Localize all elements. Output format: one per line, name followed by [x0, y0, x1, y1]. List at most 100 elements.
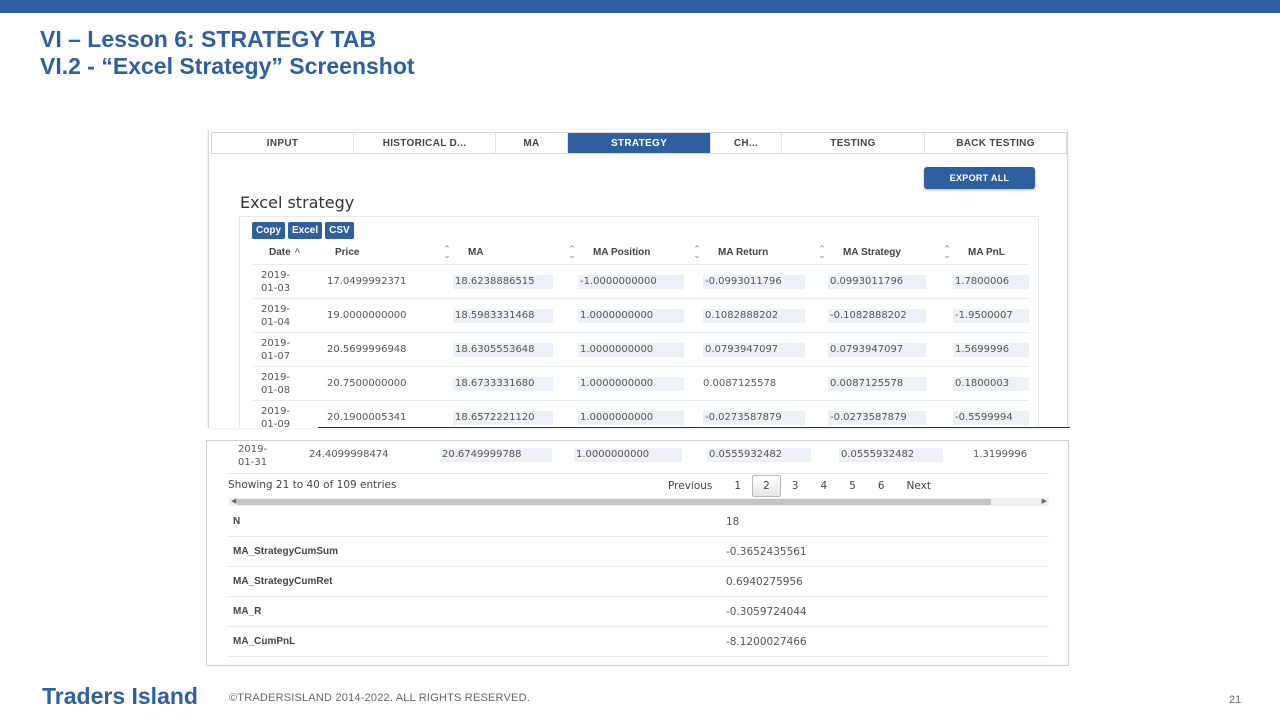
export-all-button[interactable]: EXPORT ALL — [924, 167, 1035, 189]
cell-ma-position: 1.0000000000 — [574, 448, 682, 462]
cell-ma-return: 0.0087125578 — [703, 378, 777, 389]
tab-bar: INPUT HISTORICAL D... MA STRATEGY CH... … — [211, 132, 1067, 154]
cell-ma-strategy: 0.0793947097 — [828, 343, 926, 357]
tab-back-testing[interactable]: BACK TESTING — [925, 133, 1066, 153]
copy-button[interactable]: Copy — [252, 222, 285, 239]
sort-ascending-icon: ^ — [294, 247, 300, 257]
cell-ma-pnl: 1.3199996 — [973, 449, 1028, 460]
sort-icon[interactable]: ⌃ ⌄ — [443, 245, 451, 260]
cell-ma-strategy: 0.0087125578 — [828, 377, 926, 391]
tab-testing[interactable]: TESTING — [782, 133, 925, 153]
cell-ma-pnl: -1.9500007 — [953, 309, 1029, 323]
table-header: Date ^ Price ⌃ ⌄ MA ⌃ ⌄ MA Position ⌃ ⌄ MA R… — [253, 242, 1029, 262]
cutoff-line — [318, 427, 1070, 428]
next-page-button[interactable]: Next — [896, 475, 942, 497]
pagination: Previous 1 2 3 4 5 6 Next — [657, 475, 942, 497]
cell-ma: 18.6572221120 — [453, 411, 553, 425]
table-row: 2019- 01-31 24.4099998474 20.6749999788 1… — [227, 441, 1057, 473]
datatable-buttons: Copy Excel CSV — [252, 222, 354, 239]
cell-date: 2019- 01-09 — [261, 406, 291, 428]
table-row: 2019- 01-03 17.0499992371 18.6238886515 -… — [253, 264, 1029, 298]
stat-row-ma-cumpnl: MA_CumPnL -8.1200027466 — [227, 627, 1049, 657]
section-heading: Excel strategy — [240, 193, 355, 212]
cell-price: 20.5699996948 — [327, 344, 407, 355]
column-header-date[interactable]: Date ^ — [269, 242, 300, 262]
tab-strategy[interactable]: STRATEGY — [568, 133, 711, 153]
stat-value: 18 — [726, 516, 740, 528]
previous-page-button[interactable]: Previous — [657, 475, 723, 497]
cell-ma: 18.6238886515 — [453, 275, 553, 289]
stat-row-n: N 18 — [227, 507, 1049, 537]
column-header-ma-pnl[interactable]: MA PnL — [968, 242, 1005, 262]
cell-price: 20.1900005341 — [327, 412, 407, 423]
cell-ma-return: 0.1082888202 — [703, 309, 805, 323]
cell-ma-pnl: 1.7800006 — [953, 275, 1029, 289]
cell-date: 2019- 01-07 — [261, 338, 291, 362]
strategy-screenshot-bottom: 2019- 01-31 24.4099998474 20.6749999788 1… — [206, 440, 1069, 666]
cell-ma-position: 1.0000000000 — [578, 309, 684, 323]
table-row: 2019- 01-04 19.0000000000 18.5983331468 1… — [253, 298, 1029, 332]
cell-ma-return: 0.0793947097 — [703, 343, 805, 357]
cell-ma-pnl: -0.5599994 — [953, 411, 1029, 425]
cell-ma-return: 0.0555932482 — [707, 448, 811, 462]
table-row: 2019- 01-07 20.5699996948 18.6305553648 1… — [253, 332, 1029, 366]
table-row: 2019- 01-09 20.1900005341 18.6572221120 1… — [253, 400, 1029, 428]
page-button-6[interactable]: 6 — [867, 475, 896, 497]
cell-ma-strategy: 0.0555932482 — [839, 448, 943, 462]
divider — [227, 473, 1049, 474]
top-accent-bar — [0, 0, 1280, 13]
column-header-ma-return[interactable]: MA Return — [718, 242, 768, 262]
cell-date: 2019- 01-03 — [261, 270, 291, 294]
cell-ma: 18.5983331468 — [453, 309, 553, 323]
column-header-ma-position[interactable]: MA Position — [593, 242, 650, 262]
cell-ma-return: -0.0993011796 — [703, 275, 805, 289]
page-button-3[interactable]: 3 — [781, 475, 810, 497]
page-button-2-current[interactable]: 2 — [752, 475, 781, 497]
cell-ma: 20.6749999788 — [440, 448, 552, 462]
csv-button[interactable]: CSV — [325, 222, 354, 239]
excel-button[interactable]: Excel — [288, 222, 323, 239]
sort-icon[interactable]: ⌃ ⌄ — [818, 245, 826, 260]
cell-date: 2019- 01-04 — [261, 304, 291, 328]
stat-value: -0.3059724044 — [726, 606, 807, 618]
cell-date: 2019- 01-08 — [261, 372, 291, 396]
cell-ma-pnl: 0.1800003 — [953, 377, 1029, 391]
stat-row-strategy-cumsum: MA_StrategyCumSum -0.3652435561 — [227, 537, 1049, 567]
cell-price: 24.4099998474 — [309, 449, 389, 460]
tab-input[interactable]: INPUT — [212, 133, 354, 153]
page-number: 21 — [1229, 694, 1242, 706]
stat-value: -0.3652435561 — [726, 546, 807, 558]
cell-price: 20.7500000000 — [327, 378, 407, 389]
cell-ma-return: -0.0273587879 — [703, 411, 805, 425]
scroll-right-icon[interactable]: ▶ — [1042, 497, 1047, 505]
page-button-4[interactable]: 4 — [809, 475, 838, 497]
cell-ma: 18.6305553648 — [453, 343, 553, 357]
cell-ma-position: 1.0000000000 — [578, 343, 684, 357]
stat-label: MA_CumPnL — [233, 636, 296, 647]
scroll-left-icon[interactable]: ◀ — [231, 497, 236, 505]
copyright-text: ©TRADERSISLAND 2014-2022. ALL RIGHTS RES… — [229, 692, 530, 704]
stat-label: MA_StrategyCumRet — [233, 576, 333, 587]
sort-icon[interactable]: ⌃ ⌄ — [568, 245, 576, 260]
entries-info: Showing 21 to 40 of 109 entries — [228, 479, 397, 491]
tab-charts[interactable]: CH... — [711, 133, 782, 153]
page-button-1[interactable]: 1 — [723, 475, 752, 497]
page-button-5[interactable]: 5 — [838, 475, 867, 497]
cell-ma-pnl: 1.5699996 — [953, 343, 1029, 357]
cell-ma-position: -1.0000000000 — [578, 275, 684, 289]
tab-ma[interactable]: MA — [496, 133, 568, 153]
cell-ma-position: 1.0000000000 — [578, 411, 684, 425]
column-header-price[interactable]: Price — [335, 242, 359, 262]
column-header-ma[interactable]: MA — [468, 242, 484, 262]
stat-value: -8.1200027466 — [726, 636, 807, 648]
scrollbar-thumb[interactable] — [237, 499, 991, 505]
sort-icon[interactable]: ⌃ ⌄ — [943, 245, 951, 260]
horizontal-scrollbar[interactable]: ◀ ▶ — [229, 498, 1049, 506]
tab-historical-data[interactable]: HISTORICAL D... — [354, 133, 496, 153]
sort-icon[interactable]: ⌃ ⌄ — [693, 245, 701, 260]
column-header-ma-strategy[interactable]: MA Strategy — [843, 242, 901, 262]
cell-ma-strategy: 0.0993011796 — [828, 275, 926, 289]
cell-price: 19.0000000000 — [327, 310, 407, 321]
cell-price: 17.0499992371 — [327, 276, 407, 287]
brand-logo-text: Traders Island — [42, 683, 198, 709]
